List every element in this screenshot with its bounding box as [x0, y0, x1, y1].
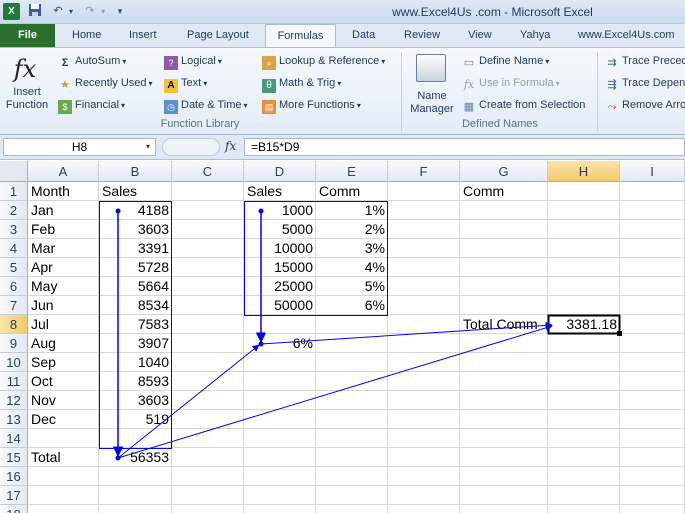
financial-button[interactable]: $ Financial ▾: [58, 97, 125, 114]
chevron-down-icon: ▾: [545, 57, 550, 66]
tab-insert[interactable]: Insert: [129, 24, 157, 47]
redo-icon[interactable]: ↷: [82, 3, 98, 20]
fill-handle: [617, 331, 622, 336]
tab-home[interactable]: Home: [72, 24, 101, 47]
use-in-formula-button[interactable]: fx Use in Formula ▾: [462, 75, 560, 92]
name-manager-label-line2: Manager: [410, 103, 454, 115]
ribbon-separator: [597, 52, 598, 132]
create-from-selection-icon: ▦: [463, 101, 475, 113]
name-manager-icon: [416, 54, 446, 82]
defined-names-group-label: Defined Names: [462, 118, 538, 130]
text-button[interactable]: A Text ▾: [164, 75, 207, 93]
name-manager-label-line1: Name: [417, 90, 447, 102]
undo-icon[interactable]: ↶: [50, 3, 66, 20]
math-trig-book-icon: θ: [262, 79, 276, 93]
function-library-group-label: Function Library: [160, 118, 240, 130]
trace-arrow-b15-to-h8: [117, 324, 553, 459]
save-icon[interactable]: [27, 3, 43, 20]
financial-book-icon: $: [58, 100, 72, 114]
active-cell-border: [547, 314, 621, 335]
fx-icon: fx: [13, 55, 37, 83]
redo-dropdown-icon[interactable]: ▾: [98, 3, 108, 20]
ribbon-tabs: File Home Insert Page Layout Formulas Da…: [0, 24, 685, 47]
tab-formulas[interactable]: Formulas: [265, 24, 336, 47]
chevron-down-icon: ▾: [555, 79, 560, 88]
trace-arrow-b15-to-d9: [117, 344, 260, 459]
chevron-down-icon: ▾: [217, 57, 222, 66]
chevron-down-icon: ▾: [121, 101, 126, 110]
more-functions-book-icon: ▤: [262, 100, 276, 114]
trace-precedents-button[interactable]: ⇉ Trace Preced: [605, 53, 685, 70]
ribbon-separator: [401, 52, 402, 132]
more-functions-button[interactable]: ▤ More Functions ▾: [262, 97, 361, 114]
recently-used-icon: ★: [60, 79, 70, 91]
remove-arrows-icon: ⤳: [607, 101, 617, 113]
insert-function-icon[interactable]: fx: [225, 139, 236, 153]
tab-yahya[interactable]: Yahya: [520, 24, 550, 47]
title-bar: X ↶ ▾ ↷ ▾ ▾ www.Excel4Us .com - Microsof…: [0, 0, 685, 24]
chevron-down-icon: ▾: [122, 57, 127, 66]
trace-precedents-icon: ⇉: [607, 57, 617, 69]
text-book-icon: A: [164, 79, 178, 93]
autosum-button[interactable]: Σ AutoSum ▾: [58, 53, 127, 70]
lookup-reference-button[interactable]: ⌕ Lookup & Reference ▾: [262, 53, 385, 70]
insert-function-label-line2: Function: [5, 99, 49, 111]
sigma-icon: Σ: [61, 57, 69, 69]
window-title: www.Excel4Us .com - Microsoft Excel: [392, 5, 593, 19]
formula-bar: H8 ▾ fx =B15*D9: [0, 135, 685, 160]
tab-data[interactable]: Data: [352, 24, 375, 47]
logical-book-icon: ?: [164, 56, 178, 70]
insert-function-label-line1: Insert: [13, 86, 41, 98]
chevron-down-icon: ▾: [381, 57, 386, 66]
trace-arrows: [99, 201, 622, 461]
worksheet-grid[interactable]: ABCDEFGHI123456789101112131415161718 Mon…: [0, 161, 685, 513]
define-name-button[interactable]: ▭ Define Name ▾: [462, 53, 549, 70]
date-time-button[interactable]: ◷ Date & Time ▾: [164, 97, 248, 114]
ribbon-formulas: fx Insert Function Σ AutoSum ▾ ★ Recently U…: [0, 47, 685, 135]
recently-used-button[interactable]: ★ Recently Used ▾: [58, 75, 153, 92]
date-time-book-icon: ◷: [164, 100, 178, 114]
chevron-down-icon[interactable]: ▾: [146, 142, 150, 151]
tab-view[interactable]: View: [468, 24, 492, 47]
create-from-selection-button[interactable]: ▦ Create from Selection: [462, 97, 586, 114]
trace-dependents-icon: ⇶: [607, 79, 617, 91]
math-trig-button[interactable]: θ Math & Trig ▾: [262, 75, 341, 93]
precedent-range-box-b2-b14: [99, 201, 172, 449]
lookup-book-icon: ⌕: [262, 56, 276, 70]
chevron-down-icon: ▾: [203, 79, 208, 88]
customize-quick-access-icon[interactable]: ▾: [114, 3, 126, 20]
formula-input[interactable]: =B15*D9: [244, 138, 685, 156]
name-box[interactable]: H8: [3, 138, 156, 156]
chevron-down-icon: ▾: [148, 79, 153, 88]
logical-button[interactable]: ? Logical ▾: [164, 53, 222, 70]
chevron-down-icon: ▾: [243, 101, 248, 110]
define-name-icon: ▭: [463, 57, 475, 69]
chevron-down-icon: ▾: [337, 79, 342, 88]
precedent-range-box-d2-e7: [244, 201, 388, 316]
trace-dependents-button[interactable]: ⇶ Trace Depen: [605, 75, 685, 92]
tab-review[interactable]: Review: [404, 24, 440, 47]
undo-dropdown-icon[interactable]: ▾: [66, 3, 76, 20]
use-in-formula-icon: fx: [463, 78, 475, 91]
formula-bar-buttons: [162, 138, 220, 156]
chevron-down-icon: ▾: [356, 101, 361, 110]
tab-excel4us[interactable]: www.Excel4Us.com: [578, 24, 675, 47]
excel-app-icon[interactable]: X: [3, 3, 20, 20]
trace-arrow-d9-to-h8: [260, 321, 553, 345]
tab-file[interactable]: File: [0, 24, 55, 47]
remove-arrows-button[interactable]: ⤳ Remove Arro: [605, 97, 685, 114]
tab-page-layout[interactable]: Page Layout: [187, 24, 249, 47]
